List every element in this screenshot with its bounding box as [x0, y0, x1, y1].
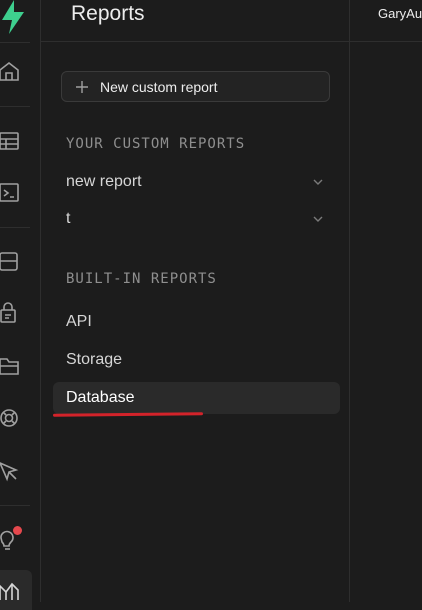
custom-report-label: t — [66, 210, 71, 227]
custom-report-label: new report — [66, 173, 142, 190]
plus-icon — [76, 80, 88, 93]
builtin-report-label: Storage — [66, 351, 123, 368]
logo-icon[interactable] — [0, 0, 26, 34]
main-header: GaryAu — [350, 0, 422, 42]
page-title: Reports — [71, 2, 145, 25]
custom-reports-heading: YOUR CUSTOM REPORTS — [66, 136, 246, 152]
icon-rail — [0, 0, 41, 610]
chevron-down-icon[interactable] — [312, 213, 324, 225]
builtin-report-label: API — [66, 313, 92, 330]
annotation-underline — [52, 412, 204, 417]
custom-report-item[interactable]: new report — [53, 166, 340, 198]
realtime-icon[interactable] — [0, 406, 22, 428]
builtin-report-database[interactable]: Database — [53, 382, 340, 414]
storage-icon[interactable] — [0, 355, 22, 377]
auth-icon[interactable] — [0, 302, 22, 324]
table-editor-icon[interactable] — [0, 130, 22, 152]
builtin-report-storage[interactable]: Storage — [53, 344, 340, 376]
main-content: GaryAu — [350, 0, 422, 602]
reports-panel: Reports New custom report YOUR CUSTOM RE… — [41, 0, 350, 602]
custom-report-item[interactable]: t — [53, 203, 340, 235]
reports-icon[interactable] — [0, 580, 22, 602]
new-custom-report-button[interactable]: New custom report — [61, 71, 330, 102]
chevron-down-icon[interactable] — [312, 176, 324, 188]
builtin-report-api[interactable]: API — [53, 306, 340, 338]
notification-dot — [13, 526, 22, 535]
edge-functions-icon[interactable] — [0, 460, 22, 482]
project-breadcrumb[interactable]: GaryAu — [378, 6, 422, 21]
builtin-reports-heading: BUILT-IN REPORTS — [66, 271, 217, 287]
new-custom-report-label: New custom report — [100, 78, 218, 95]
database-icon[interactable] — [0, 251, 22, 273]
panel-header: Reports — [41, 0, 349, 42]
home-icon[interactable] — [0, 60, 22, 82]
sql-editor-icon[interactable] — [0, 182, 22, 204]
builtin-report-label: Database — [66, 389, 135, 406]
